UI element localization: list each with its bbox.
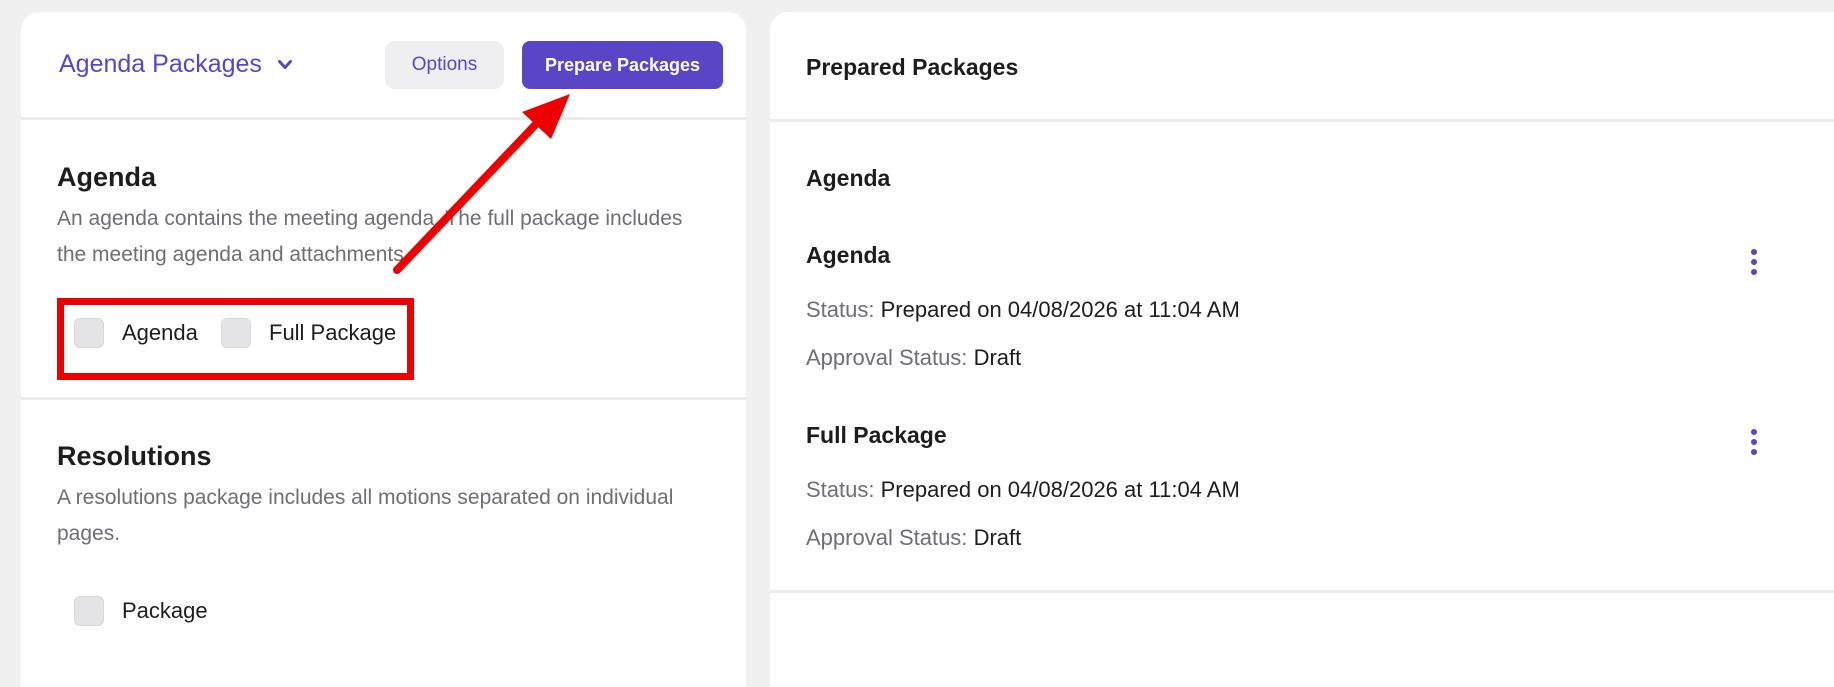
status-value: Prepared on 04/08/2026 at 11:04 AM xyxy=(880,297,1240,322)
more-options-icon[interactable] xyxy=(1742,422,1766,462)
chevron-down-icon xyxy=(277,59,292,70)
approval-value: Draft xyxy=(973,345,1022,370)
package-type-label: Agenda Packages xyxy=(59,50,262,78)
package-status: Status: Prepared on 04/08/2026 at 11:04 … xyxy=(806,297,1240,323)
package-name: Agenda xyxy=(806,242,891,268)
checkbox-label: Agenda xyxy=(122,320,198,345)
checkbox-box[interactable] xyxy=(221,318,251,348)
checkbox-box[interactable] xyxy=(74,318,104,348)
checkbox-label: Package xyxy=(122,598,208,623)
prepare-packages-button[interactable]: Prepare Packages xyxy=(522,41,723,89)
approval-label: Approval Status: xyxy=(806,345,968,370)
checkbox-full-package[interactable]: Full Package xyxy=(221,318,396,348)
section-title-resolutions: Resolutions xyxy=(57,441,212,471)
panel-header: Agenda Packages Options Prepare Packages xyxy=(21,12,746,120)
more-options-icon[interactable] xyxy=(1742,242,1766,282)
status-label: Status: xyxy=(806,297,875,322)
status-value: Prepared on 04/08/2026 at 11:04 AM xyxy=(880,477,1240,502)
section-divider xyxy=(21,397,746,400)
section-description-agenda: An agenda contains the meeting agenda. T… xyxy=(57,207,683,266)
list-divider xyxy=(770,590,1834,593)
package-approval-status: Approval Status: Draft xyxy=(806,345,1021,371)
checkbox-resolutions-package[interactable]: Package xyxy=(74,596,208,626)
approval-label: Approval Status: xyxy=(806,525,968,550)
package-type-dropdown[interactable]: Agenda Packages xyxy=(59,50,292,79)
package-group-title: Agenda xyxy=(806,165,891,191)
agenda-packages-panel: Agenda Packages Options Prepare Packages… xyxy=(21,12,746,687)
package-name: Full Package xyxy=(806,422,947,448)
package-approval-status: Approval Status: Draft xyxy=(806,525,1021,551)
panel-title: Prepared Packages xyxy=(806,54,1019,80)
prepared-packages-panel: Prepared Packages Agenda Agenda Status: … xyxy=(770,12,1834,687)
status-label: Status: xyxy=(806,477,875,502)
section-title-agenda: Agenda xyxy=(57,162,157,192)
panel-header: Prepared Packages xyxy=(770,12,1834,122)
checkbox-agenda[interactable]: Agenda xyxy=(74,318,198,348)
checkbox-label: Full Package xyxy=(269,320,397,345)
options-button[interactable]: Options xyxy=(385,41,504,89)
checkbox-box[interactable] xyxy=(74,596,104,626)
approval-value: Draft xyxy=(973,525,1022,550)
package-status: Status: Prepared on 04/08/2026 at 11:04 … xyxy=(806,477,1240,503)
section-description-resolutions: A resolutions package includes all motio… xyxy=(57,486,674,545)
